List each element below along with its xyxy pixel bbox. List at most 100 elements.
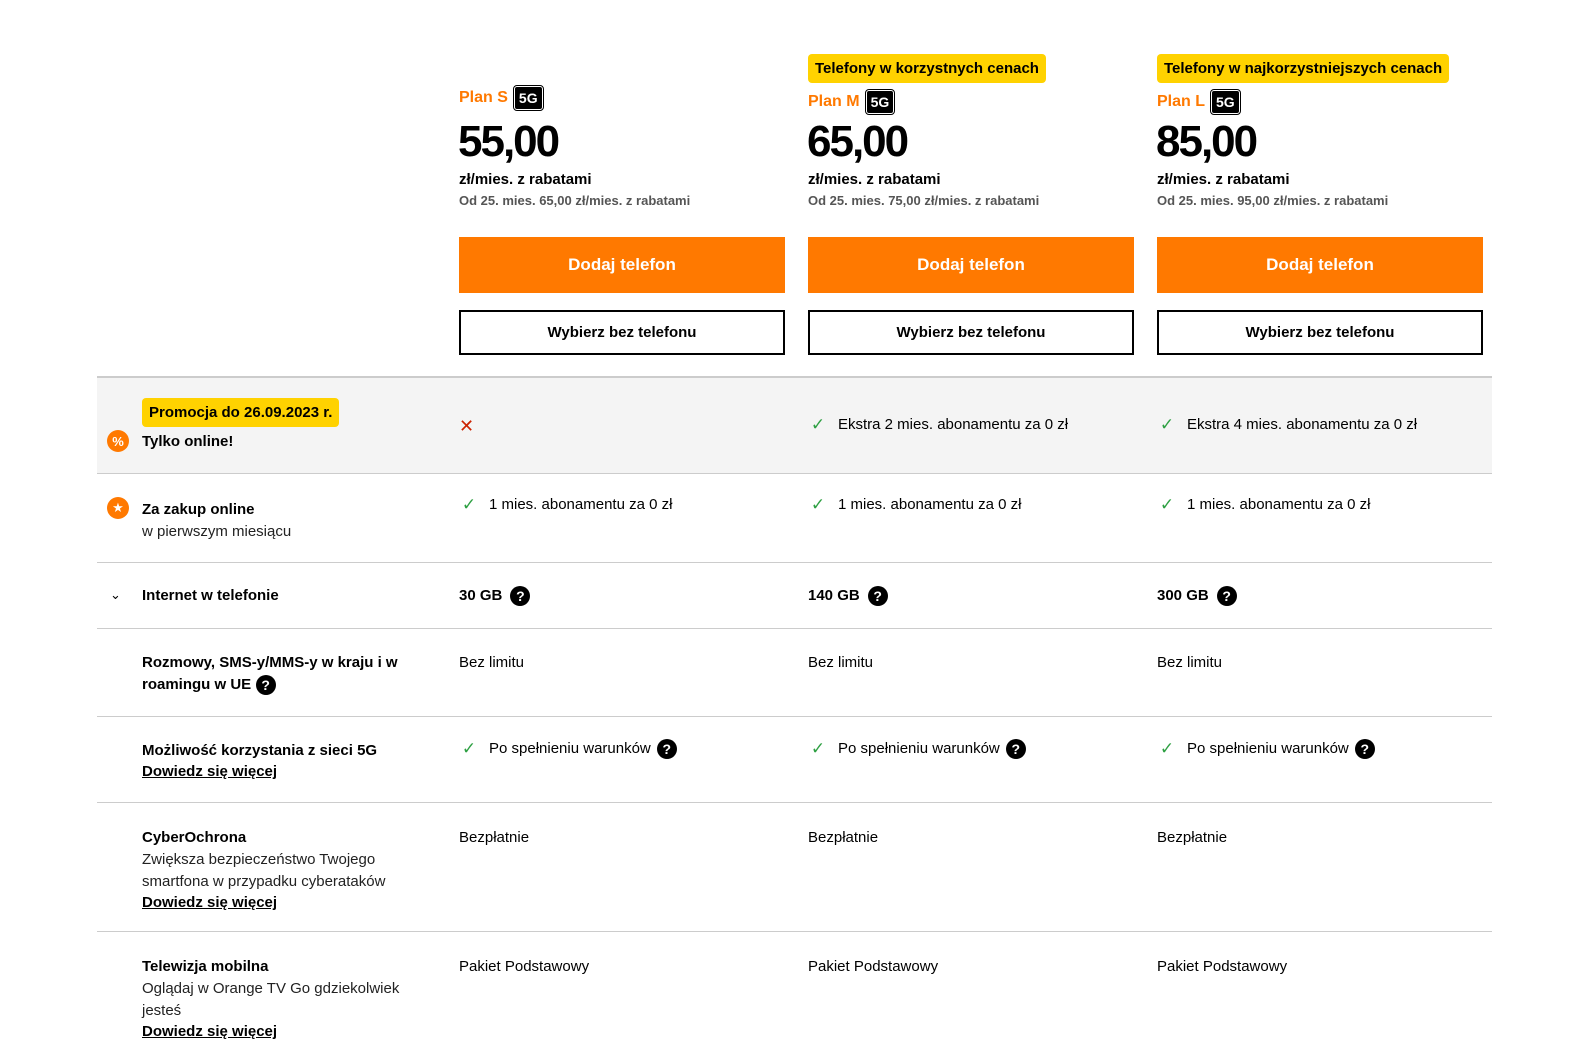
plan-name: Plan M [808,93,860,110]
cell-text: Bezpłatnie [808,829,879,846]
question-icon[interactable]: ? [510,586,531,606]
row-internet[interactable]: ⌄ Internet w telefonie 30 GB ? 140 GB ? … [97,563,1492,629]
cell-value: Bezpłatnie [808,827,878,849]
plan-badge: Telefony w najkorzystniejszych cenach [1157,54,1450,83]
row-label: Internet w telefonie [142,585,432,607]
comparison-table: % Promocja do 26.09.2023 r. Tylko online… [97,376,1492,1061]
plan-name-row: Plan M 5G [808,89,896,115]
cell-text: Po spełnieniu warunków [489,740,651,757]
price-later: Od 25. mies. 95,00 zł/mies. z rabatami [1157,193,1389,208]
cell-text: Pakiet Podstawowy [1157,958,1288,975]
learn-more-link[interactable]: Dowiedz się więcej [142,762,277,782]
row-label: Promocja do 26.09.2023 r. Tylko online! [142,398,432,453]
cell-text: 30 GB [459,587,503,604]
price-later: Od 25. mies. 65,00 zł/mies. z rabatami [459,193,691,208]
cell-text: Pakiet Podstawowy [459,958,590,975]
plan-name: Plan L [1157,93,1206,110]
cell-text: Bezpłatnie [1157,829,1228,846]
cell-text: 1 mies. abonamentu za 0 zł [489,496,673,513]
cell-text: Bez limitu [459,654,525,671]
tv-sublabel: Oglądaj w Orange TV Go gdziekolwiek jest… [142,980,400,1019]
row-calls: Rozmowy, SMS-y/MMS-y w kraju i w roaming… [97,629,1492,717]
cell-value: Bezpłatnie [1157,827,1227,849]
cell-text: Bezpłatnie [459,829,530,846]
question-icon[interactable]: ? [867,586,888,606]
check-icon: ✓ [461,495,477,514]
internet-label: Internet w telefonie [142,587,279,604]
cell-text: 1 mies. abonamentu za 0 zł [838,496,1022,513]
plan-card-m: Telefony w korzystnych cenach Plan M 5G … [807,0,1134,360]
cell-value: ✓ 1 mies. abonamentu za 0 zł [808,494,1022,516]
cell-value: Bez limitu [808,652,873,674]
cell-text: Po spełnieniu warunków [838,740,1000,757]
row-label: Za zakup online w pierwszym miesiącu [142,499,432,543]
question-icon[interactable]: ? [255,674,276,695]
promo-badge: Promocja do 26.09.2023 r. [142,398,340,427]
cell-value: ✓ Po spełnieniu warunków ? [459,738,677,760]
cell-value: Pakiet Podstawowy [1157,956,1287,978]
price-later: Od 25. mies. 75,00 zł/mies. z rabatami [808,193,1040,208]
price-unit: zł/mies. z rabatami [459,171,592,188]
cross-icon: ✕ [459,416,475,436]
row-cyber: CyberOchrona Zwiększa bezpieczeństwo Two… [97,803,1492,932]
cyber-sublabel: Zwiększa bezpieczeństwo Twojego smartfon… [142,851,386,890]
plan-price: 55,00 [458,117,560,166]
cell-value: Pakiet Podstawowy [808,956,938,978]
choose-without-phone-button[interactable]: Wybierz bez telefonu [1157,310,1483,355]
check-icon: ✓ [1159,495,1175,514]
row-5g: Możliwość korzystania z sieci 5G Dowiedz… [97,717,1492,803]
choose-without-phone-button[interactable]: Wybierz bez telefonu [808,310,1134,355]
question-icon[interactable]: ? [656,739,677,759]
cell-value: ✓ 1 mies. abonamentu za 0 zł [1157,494,1371,516]
plan-name-row: Plan L 5G [1157,89,1241,115]
tag-5g: 5G [1210,89,1241,115]
add-phone-button[interactable]: Dodaj telefon [459,237,785,293]
tv-label: Telewizja mobilna [142,958,269,975]
tag-5g: 5G [512,85,544,111]
check-icon: ✓ [810,495,826,514]
plan-name-row: Plan S 5G [459,85,544,111]
row-label: Możliwość korzystania z sieci 5G Dowiedz… [142,740,432,782]
plan-price: 65,00 [807,117,909,166]
learn-more-link[interactable]: Dowiedz się więcej [142,1022,277,1042]
cell-value: Bezpłatnie [459,827,529,849]
cell-value: ✓ Ekstra 2 mies. abonamentu za 0 zł [808,414,1068,436]
cell-text: Ekstra 2 mies. abonamentu za 0 zł [838,416,1069,433]
cell-text: Ekstra 4 mies. abonamentu za 0 zł [1187,416,1418,433]
cell-text: Pakiet Podstawowy [808,958,939,975]
learn-more-link[interactable]: Dowiedz się więcej [142,893,277,913]
check-icon: ✓ [1159,415,1175,434]
cyber-label: CyberOchrona [142,829,247,846]
online-label: Za zakup online [142,501,255,518]
cell-text: 140 GB [808,587,860,604]
cell-text: 300 GB [1157,587,1209,604]
plan-name: Plan S [459,89,508,106]
cell-text: Bez limitu [1157,654,1223,671]
add-phone-button[interactable]: Dodaj telefon [808,237,1134,293]
row-label: Rozmowy, SMS-y/MMS-y w kraju i w roaming… [142,652,432,696]
cell-value: ✓ Po spełnieniu warunków ? [808,738,1026,760]
cell-text: Bez limitu [808,654,874,671]
row-online: ★ Za zakup online w pierwszym miesiącu ✓… [97,474,1492,563]
cell-text: 1 mies. abonamentu za 0 zł [1187,496,1371,513]
check-icon: ✓ [461,739,477,758]
chevron-down-icon[interactable]: ⌄ [110,587,121,603]
question-icon[interactable]: ? [1354,739,1375,759]
add-phone-button[interactable]: Dodaj telefon [1157,237,1483,293]
price-unit: zł/mies. z rabatami [1157,171,1290,188]
price-unit: zł/mies. z rabatami [808,171,941,188]
choose-without-phone-button[interactable]: Wybierz bez telefonu [459,310,785,355]
question-icon[interactable]: ? [1216,586,1237,606]
tag-5g: 5G [864,89,896,115]
question-icon[interactable]: ? [1005,739,1026,759]
promo-label: Tylko online! [142,433,234,450]
cell-value: Bez limitu [1157,652,1222,674]
cell-value: ✕ [459,415,474,437]
cell-text: Po spełnieniu warunków [1187,740,1349,757]
cell-value: ✓ Po spełnieniu warunków ? [1157,738,1375,760]
check-icon: ✓ [1159,739,1175,758]
cell-value: 140 GB ? [808,585,888,607]
row-label: CyberOchrona Zwiększa bezpieczeństwo Two… [142,827,432,913]
row-label: Telewizja mobilna Oglądaj w Orange TV Go… [142,956,432,1042]
cell-value: Pakiet Podstawowy [459,956,589,978]
